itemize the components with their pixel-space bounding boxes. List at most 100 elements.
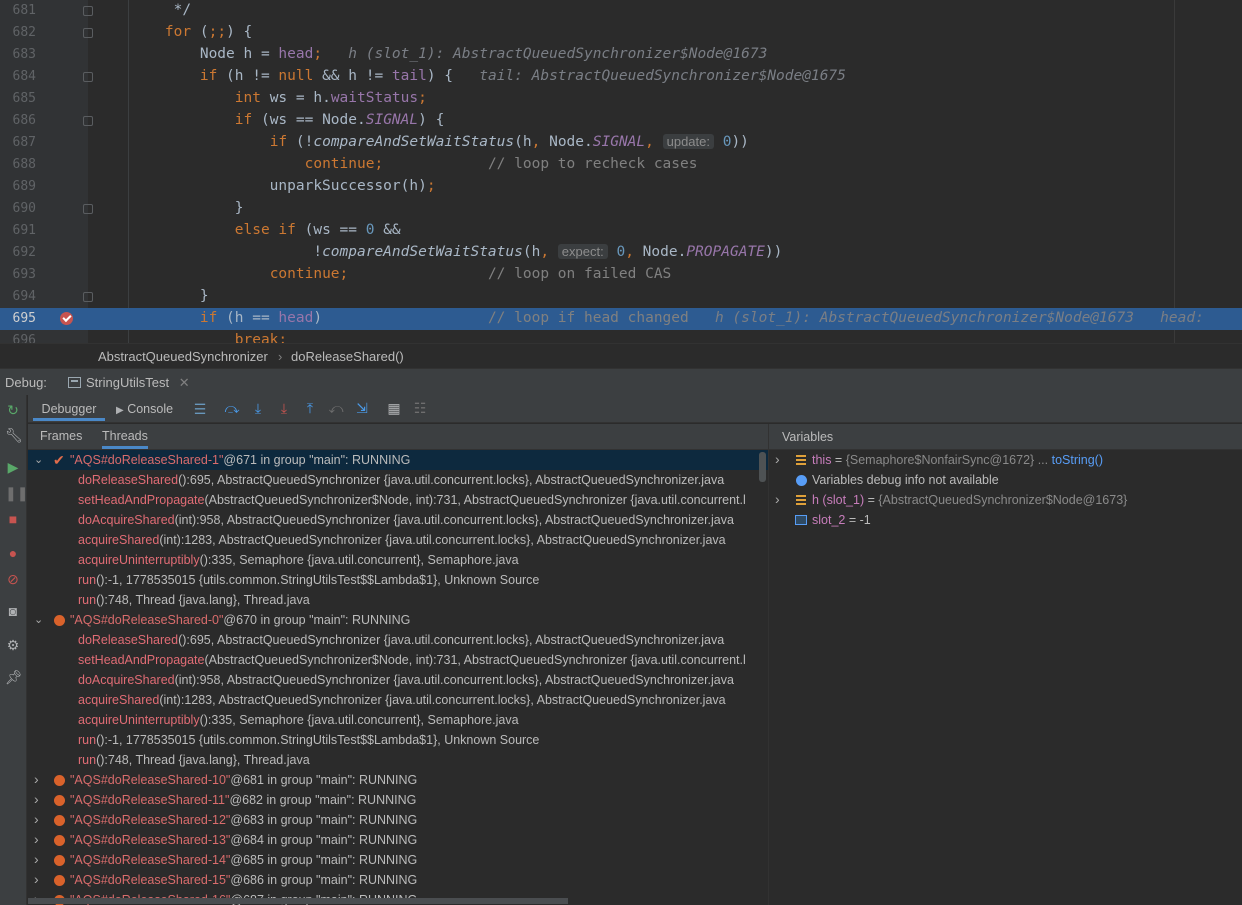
stack-frame-row[interactable]: doReleaseShared():695, AbstractQueuedSyn… xyxy=(28,630,768,650)
mute-breakpoints-icon[interactable]: ⊘ xyxy=(5,571,21,587)
close-icon[interactable]: ✕ xyxy=(179,375,190,390)
line-number[interactable]: 695 xyxy=(0,311,36,326)
stack-frame-row[interactable]: run():748, Thread {java.lang}, Thread.ja… xyxy=(28,750,768,770)
stack-frame-row[interactable]: acquireShared(int):1283, AbstractQueuedS… xyxy=(28,530,768,550)
stack-frame-row[interactable]: run():-1, 1778535015 {utils.common.Strin… xyxy=(28,730,768,750)
code-line[interactable]: 693 continue; // loop on failed CAS xyxy=(0,264,1242,286)
step-over-icon[interactable]: ⤼ xyxy=(224,400,240,416)
stop-icon[interactable]: ■ xyxy=(5,511,21,527)
line-number[interactable]: 686 xyxy=(0,113,36,128)
breadcrumb-method[interactable]: doReleaseShared() xyxy=(291,349,404,364)
rerun-icon[interactable]: ↻ xyxy=(5,402,21,418)
breadcrumb-class[interactable]: AbstractQueuedSynchronizer xyxy=(98,349,268,364)
code-line[interactable]: 695 if (h == head) // loop if head chang… xyxy=(0,308,1242,330)
code-line[interactable]: 691 else if (ws == 0 && xyxy=(0,220,1242,242)
code-line[interactable]: 684 if (h != null && h != tail) { tail: … xyxy=(0,66,1242,88)
chevron-right-icon[interactable]: › xyxy=(34,771,39,787)
resume-icon[interactable]: ▶ xyxy=(5,459,21,475)
line-number[interactable]: 688 xyxy=(0,157,36,172)
code-line[interactable]: 682 for (;;) { xyxy=(0,22,1242,44)
gear-icon[interactable]: ⚙ xyxy=(5,637,21,653)
code-line[interactable]: 685 int ws = h.waitStatus; xyxy=(0,88,1242,110)
wrench-icon[interactable]: 🔧︎ xyxy=(5,427,23,443)
tab-console[interactable]: ▶ Console xyxy=(116,399,173,421)
breakpoint-icon[interactable] xyxy=(60,312,73,325)
variable-row[interactable]: › h (slot_1) = {AbstractQueuedSynchronize… xyxy=(769,490,1242,510)
code-line[interactable]: 688 continue; // loop to recheck cases xyxy=(0,154,1242,176)
variable-row[interactable]: Variables debug info not available xyxy=(769,470,1242,490)
run-to-cursor-icon[interactable]: ⇲ xyxy=(354,400,370,416)
stack-frame-row[interactable]: doReleaseShared():695, AbstractQueuedSyn… xyxy=(28,470,768,490)
force-step-into-icon[interactable]: ⤓ xyxy=(276,400,292,416)
camera-icon[interactable]: ◙ xyxy=(5,603,21,619)
variable-tostring-link[interactable]: toString() xyxy=(1052,453,1103,467)
code-editor[interactable]: 681 */682 for (;;) {683 Node h = head; h… xyxy=(0,0,1242,343)
chevron-right-icon[interactable]: › xyxy=(34,831,39,847)
chevron-right-icon[interactable]: › xyxy=(34,871,39,887)
fold-marker-icon[interactable] xyxy=(83,28,93,38)
code-line[interactable]: 683 Node h = head; h (slot_1): AbstractQ… xyxy=(0,44,1242,66)
chevron-down-icon[interactable]: ⌄ xyxy=(34,613,43,626)
thread-row[interactable]: ⌄ ✔ "AQS#doReleaseShared-1"@671 in group "… xyxy=(28,450,768,470)
stack-frame-row[interactable]: run():748, Thread {java.lang}, Thread.ja… xyxy=(28,590,768,610)
chevron-right-icon[interactable]: › xyxy=(34,851,39,867)
thread-row[interactable]: ⌄ "AQS#doReleaseShared-0"@670 in group "m… xyxy=(28,610,768,630)
stack-frame-row[interactable]: setHeadAndPropagate(AbstractQueuedSynchr… xyxy=(28,650,768,670)
line-number[interactable]: 687 xyxy=(0,135,36,150)
thread-row[interactable]: › "AQS#doReleaseShared-15"@686 in group "… xyxy=(28,870,768,890)
stack-frame-row[interactable]: doAcquireShared(int):958, AbstractQueued… xyxy=(28,670,768,690)
line-number[interactable]: 683 xyxy=(0,47,36,62)
thread-row[interactable]: › "AQS#doReleaseShared-14"@685 in group "… xyxy=(28,850,768,870)
trace-stream-icon[interactable]: ☷ xyxy=(412,400,428,416)
code-line[interactable]: 690 } xyxy=(0,198,1242,220)
thread-row[interactable]: › "AQS#doReleaseShared-12"@683 in group "… xyxy=(28,810,768,830)
thread-row[interactable]: › "AQS#doReleaseShared-10"@681 in group "… xyxy=(28,770,768,790)
step-into-icon[interactable]: ⤓ xyxy=(250,400,266,416)
evaluate-expression-icon[interactable]: ▦ xyxy=(386,400,402,416)
stack-frame-row[interactable]: doAcquireShared(int):958, AbstractQueued… xyxy=(28,510,768,530)
code-line[interactable]: 686 if (ws == Node.SIGNAL) { xyxy=(0,110,1242,132)
pin-icon[interactable]: 📌︎ xyxy=(5,669,23,685)
run-config-tab[interactable]: StringUtilsTest ✕ xyxy=(62,372,196,394)
code-line[interactable]: 687 if (!compareAndSetWaitStatus(h, Node… xyxy=(0,132,1242,154)
pause-icon[interactable]: ❚❚ xyxy=(5,485,28,501)
step-out-icon[interactable]: ⤒ xyxy=(302,400,318,416)
line-number[interactable]: 684 xyxy=(0,69,36,84)
variables-tree[interactable]: › this = {Semaphore$NonfairSync@1672} ...… xyxy=(769,450,1242,905)
code-line[interactable]: 694 } xyxy=(0,286,1242,308)
line-number[interactable]: 690 xyxy=(0,201,36,216)
fold-marker-icon[interactable] xyxy=(83,204,93,214)
line-number[interactable]: 689 xyxy=(0,179,36,194)
thread-row[interactable]: › "AQS#doReleaseShared-13"@684 in group "… xyxy=(28,830,768,850)
chevron-down-icon[interactable]: ⌄ xyxy=(34,453,43,466)
chevron-right-icon[interactable]: › xyxy=(34,791,39,807)
tab-frames[interactable]: Frames xyxy=(40,429,82,443)
line-number[interactable]: 693 xyxy=(0,267,36,282)
threads-vertical-scrollbar[interactable] xyxy=(759,452,766,482)
code-line[interactable]: 692 !compareAndSetWaitStatus(h, expect: … xyxy=(0,242,1242,264)
stack-frame-row[interactable]: run():-1, 1778535015 {utils.common.Strin… xyxy=(28,570,768,590)
chevron-right-icon[interactable]: › xyxy=(775,451,780,467)
line-number[interactable]: 694 xyxy=(0,289,36,304)
line-number[interactable]: 682 xyxy=(0,25,36,40)
tab-debugger[interactable]: Debugger xyxy=(33,399,105,421)
line-number[interactable]: 691 xyxy=(0,223,36,238)
view-breakpoints-icon[interactable]: ● xyxy=(5,545,21,561)
code-line[interactable]: 696 break; xyxy=(0,330,1242,343)
fold-marker-icon[interactable] xyxy=(83,116,93,126)
line-number[interactable]: 681 xyxy=(0,3,36,18)
show-execution-point-icon[interactable]: ☰ xyxy=(192,401,208,417)
stack-frame-row[interactable]: acquireShared(int):1283, AbstractQueuedS… xyxy=(28,690,768,710)
threads-horizontal-scrollbar[interactable] xyxy=(28,898,568,904)
drop-frame-icon[interactable]: ⤺ xyxy=(328,400,344,416)
chevron-right-icon[interactable]: › xyxy=(775,491,780,507)
line-number[interactable]: 692 xyxy=(0,245,36,260)
fold-marker-icon[interactable] xyxy=(83,72,93,82)
stack-frame-row[interactable]: acquireUninterruptibly():335, Semaphore … xyxy=(28,550,768,570)
fold-marker-icon[interactable] xyxy=(83,292,93,302)
variable-row[interactable]: slot_2 = -1 xyxy=(769,510,1242,530)
code-line[interactable]: 681 */ xyxy=(0,0,1242,22)
line-number[interactable]: 696 xyxy=(0,333,36,343)
stack-frame-row[interactable]: acquireUninterruptibly():335, Semaphore … xyxy=(28,710,768,730)
variable-row[interactable]: › this = {Semaphore$NonfairSync@1672} ...… xyxy=(769,450,1242,470)
